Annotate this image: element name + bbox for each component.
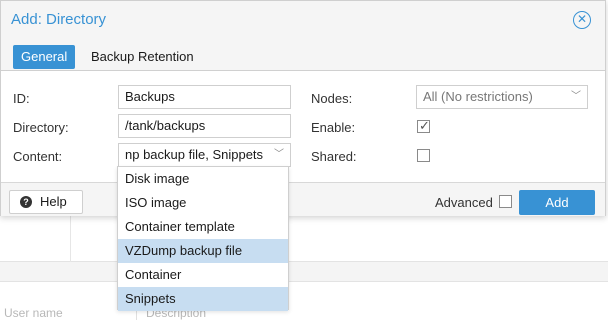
id-label: ID:: [13, 91, 30, 106]
id-field[interactable]: Backups: [118, 85, 291, 109]
column-header-user-name[interactable]: User name: [4, 306, 63, 320]
background-toolbar: [0, 212, 608, 262]
add-directory-dialog: Add: Directory ✕ General Backup Retentio…: [0, 0, 606, 216]
advanced-label: Advanced: [435, 195, 493, 210]
dropdown-option-vzdump-backup-file[interactable]: VZDump backup file: [118, 239, 288, 263]
help-button[interactable]: ? Help: [9, 190, 83, 214]
shared-checkbox[interactable]: [417, 149, 430, 162]
dialog-footer: ? Help Advanced Add: [1, 182, 605, 216]
dropdown-option-iso-image[interactable]: ISO image: [118, 191, 288, 215]
content-label: Content:: [13, 149, 63, 164]
dialog-header: Add: Directory ✕: [1, 1, 605, 39]
background-band: [0, 262, 608, 282]
close-icon[interactable]: ✕: [573, 11, 591, 29]
general-form: ID: Backups Directory: /tank/backups Con…: [1, 72, 605, 182]
nodes-label: Nodes:: [311, 91, 353, 106]
directory-label: Directory:: [13, 120, 69, 135]
dropdown-option-container-template[interactable]: Container template: [118, 215, 288, 239]
dialog-title: Add: Directory: [11, 11, 107, 28]
check-icon: ✓: [419, 118, 430, 133]
dropdown-option-snippets[interactable]: Snippets: [118, 287, 288, 311]
content-select[interactable]: np backup file, Snippets ﹀: [118, 143, 291, 167]
chevron-down-icon[interactable]: ﹀: [571, 86, 581, 108]
add-button[interactable]: Add: [519, 190, 595, 215]
directory-field[interactable]: /tank/backups: [118, 114, 291, 138]
dialog-tabs: General Backup Retention: [1, 39, 605, 71]
tab-backup-retention[interactable]: Backup Retention: [83, 45, 202, 69]
content-dropdown-list: Disk image ISO image Container template …: [117, 166, 289, 311]
background-divider: [70, 212, 71, 262]
help-button-label: Help: [40, 194, 67, 209]
enable-checkbox[interactable]: ✓: [417, 118, 430, 133]
nodes-select[interactable]: All (No restrictions) ﹀: [416, 85, 588, 109]
dropdown-option-container[interactable]: Container: [118, 263, 288, 287]
nodes-select-value: All (No restrictions): [423, 89, 533, 104]
content-select-value: np backup file, Snippets: [125, 147, 264, 162]
question-circle-icon: ?: [20, 196, 32, 208]
chevron-down-icon[interactable]: ﹀: [274, 144, 284, 166]
dropdown-option-disk-image[interactable]: Disk image: [118, 167, 288, 191]
shared-label: Shared:: [311, 149, 357, 164]
tab-general[interactable]: General: [13, 45, 76, 69]
advanced-checkbox[interactable]: [499, 195, 512, 208]
enable-label: Enable:: [311, 120, 356, 135]
